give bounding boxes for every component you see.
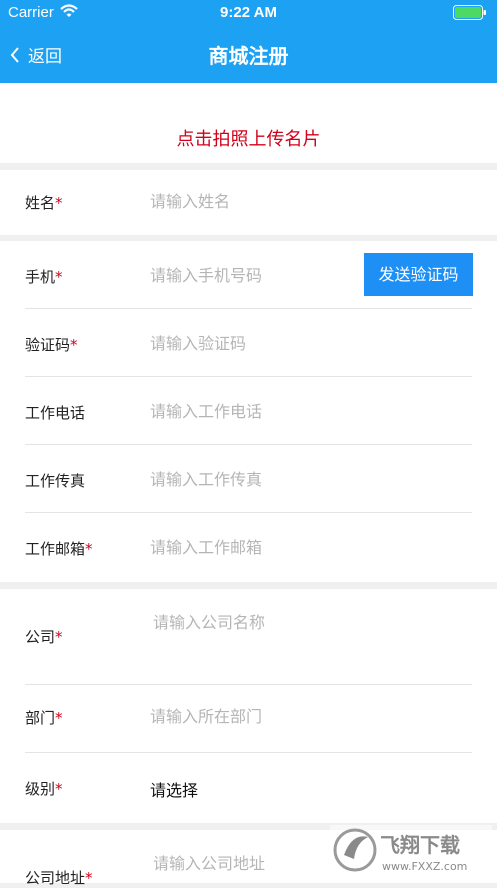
watermark-text-url: www.FXXZ.com <box>382 860 467 873</box>
required-star: * <box>55 709 63 727</box>
company-row: 公司* <box>0 589 497 685</box>
work-fax-row: 工作传真 <box>0 445 497 513</box>
work-phone-label: 工作电话 <box>25 404 86 422</box>
company-label: 公司* <box>25 628 63 646</box>
nav-bar: 返回 商城注册 <box>0 26 497 83</box>
page-title: 商城注册 <box>208 44 289 68</box>
required-star: * <box>70 336 78 354</box>
required-star: * <box>55 780 63 798</box>
work-phone-input[interactable] <box>150 402 360 421</box>
work-phone-row: 工作电话 <box>0 377 497 445</box>
name-section: 姓名* <box>0 170 497 235</box>
department-input[interactable] <box>150 707 360 726</box>
send-code-button[interactable]: 发送验证码 <box>364 253 473 296</box>
address-label: 公司地址* <box>25 869 93 887</box>
required-star: * <box>55 268 63 286</box>
name-label: 姓名* <box>25 194 63 212</box>
company-input[interactable] <box>153 613 363 632</box>
company-section: 公司* 部门* 级别* 请选择 <box>0 589 497 823</box>
work-email-label: 工作邮箱* <box>25 540 93 558</box>
code-label: 验证码* <box>25 336 78 354</box>
code-input[interactable] <box>150 334 360 353</box>
level-select[interactable]: 请选择 <box>150 777 198 801</box>
name-input[interactable] <box>150 192 360 211</box>
work-fax-label: 工作传真 <box>25 472 86 490</box>
upload-card-area[interactable]: 点击拍照上传名片 <box>0 83 497 163</box>
required-star: * <box>55 628 63 646</box>
status-bar: Carrier 9:22 AM <box>0 0 497 26</box>
battery-icon <box>453 5 487 20</box>
phone-input[interactable] <box>150 266 360 285</box>
name-row: 姓名* <box>0 170 497 235</box>
code-row: 验证码* <box>0 309 497 377</box>
level-label: 级别* <box>25 780 63 798</box>
required-star: * <box>85 540 93 558</box>
time-label: 9:22 AM <box>220 4 277 21</box>
watermark-logo: 飞翔下载 www.FXXZ.com <box>330 825 492 875</box>
work-email-row: 工作邮箱* <box>0 513 497 582</box>
upload-card-label[interactable]: 点击拍照上传名片 <box>0 125 497 151</box>
watermark-text-cn: 飞翔下载 <box>380 833 460 857</box>
required-star: * <box>85 869 93 887</box>
work-fax-input[interactable] <box>150 470 360 489</box>
department-label: 部门* <box>25 709 63 727</box>
phone-label: 手机* <box>25 268 63 286</box>
required-star: * <box>55 194 63 212</box>
work-email-input[interactable] <box>150 538 360 557</box>
department-row: 部门* <box>0 685 497 753</box>
level-row[interactable]: 级别* 请选择 <box>0 753 497 823</box>
